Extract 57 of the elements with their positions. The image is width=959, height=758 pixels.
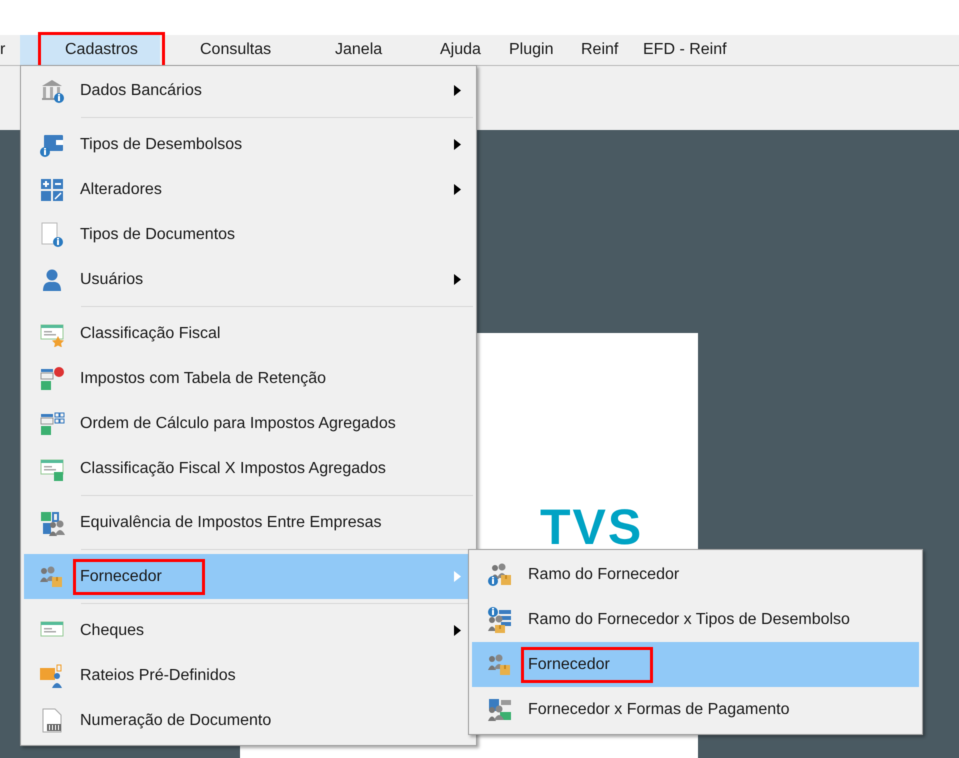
- menu-item[interactable]: Ramo do Fornecedor x Tipos de Desembolso: [472, 597, 919, 642]
- menu-item-label: Impostos com Tabela de Retenção: [80, 368, 326, 388]
- menu-item-label: Dados Bancários: [80, 80, 202, 100]
- table-alert-icon: [39, 366, 65, 392]
- menu-item-label: Fornecedor x Formas de Pagamento: [528, 700, 790, 720]
- menu-bar-label: r: [0, 40, 6, 60]
- menu-bar-label: Ajuda: [440, 40, 481, 60]
- menu-item-label: Rateios Pré-Definidos: [80, 666, 236, 686]
- people-box-icon: [487, 652, 513, 678]
- menu-bar-item[interactable]: Consultas: [160, 35, 335, 65]
- menu-bar-item[interactable]: Ajuda: [440, 35, 509, 65]
- menu-item[interactable]: Fornecedor: [472, 642, 919, 687]
- logo-text: TVS: [540, 507, 644, 547]
- menu-item[interactable]: Ramo do Fornecedor: [472, 552, 919, 597]
- menu-item-label: Ramo do Fornecedor: [528, 564, 680, 584]
- menu-item[interactable]: Fornecedor x Formas de Pagamento: [472, 687, 919, 732]
- menu-item[interactable]: Classificação Fiscal: [24, 311, 473, 356]
- menu-bar-label: Consultas: [200, 40, 272, 60]
- menu-item-label: Tipos de Desembolsos: [80, 134, 242, 154]
- menu-item[interactable]: Tipos de Desembolsos: [24, 122, 473, 167]
- menu-item[interactable]: Alteradores: [24, 167, 473, 212]
- menu-item-label: Classificação Fiscal X Impostos Agregados: [80, 458, 386, 478]
- menu-item[interactable]: Usuários: [24, 257, 473, 302]
- menu-item-label: Equivalência de Impostos Entre Empresas: [80, 512, 382, 532]
- menu-bar-label: Reinf: [581, 40, 618, 60]
- people-box-icon: [39, 564, 65, 590]
- card-people-icon: [487, 696, 513, 722]
- menu-bar-label: EFD - Reinf: [643, 40, 727, 60]
- menu-bar-label: Plugin: [509, 40, 554, 60]
- menu-item-label: Ramo do Fornecedor x Tipos de Desembolso: [528, 610, 850, 630]
- document-info-icon: [39, 222, 65, 248]
- menu-item[interactable]: Equivalência de Impostos Entre Empresas: [24, 500, 473, 545]
- menu-item-label: Fornecedor: [76, 562, 202, 592]
- menu-item-label: Alteradores: [80, 180, 162, 200]
- menu-item-label: Tipos de Documentos: [80, 224, 236, 244]
- calculator-icon: [39, 176, 65, 202]
- menu-item-label: Cheques: [80, 620, 144, 640]
- menu-item-label: Fornecedor: [524, 650, 650, 680]
- menu-bar-item[interactable]: Reinf: [581, 35, 643, 65]
- menu-bar-item[interactable]: r: [0, 35, 20, 65]
- menu-item-label: Classificação Fiscal: [80, 324, 220, 344]
- list-people-icon: [487, 606, 513, 632]
- people-box-info-icon: [487, 562, 513, 588]
- menu-bar-label: Cadastros: [41, 35, 162, 65]
- menu-item[interactable]: Dados Bancários: [24, 68, 473, 113]
- menu-item-label: Ordem de Cálculo para Impostos Agregados: [80, 414, 396, 434]
- menu-item-label: Numeração de Documento: [80, 710, 272, 730]
- menu-item[interactable]: Classificação Fiscal X Impostos Agregados: [24, 446, 473, 491]
- menu-bar-item[interactable]: Plugin: [509, 35, 581, 65]
- menu-item[interactable]: Impostos com Tabela de Retenção: [24, 356, 473, 401]
- menu-item[interactable]: Tipos de Documentos: [24, 212, 473, 257]
- menu-item-label: Usuários: [80, 270, 144, 290]
- bank-info-icon: [39, 78, 65, 104]
- menu-item[interactable]: Ordem de Cálculo para Impostos Agregados: [24, 401, 473, 446]
- menu-bar-label: Janela: [335, 40, 382, 60]
- menu-bar-item[interactable]: Janela: [335, 35, 440, 65]
- menu-bar-item[interactable]: EFD - Reinf: [643, 35, 763, 65]
